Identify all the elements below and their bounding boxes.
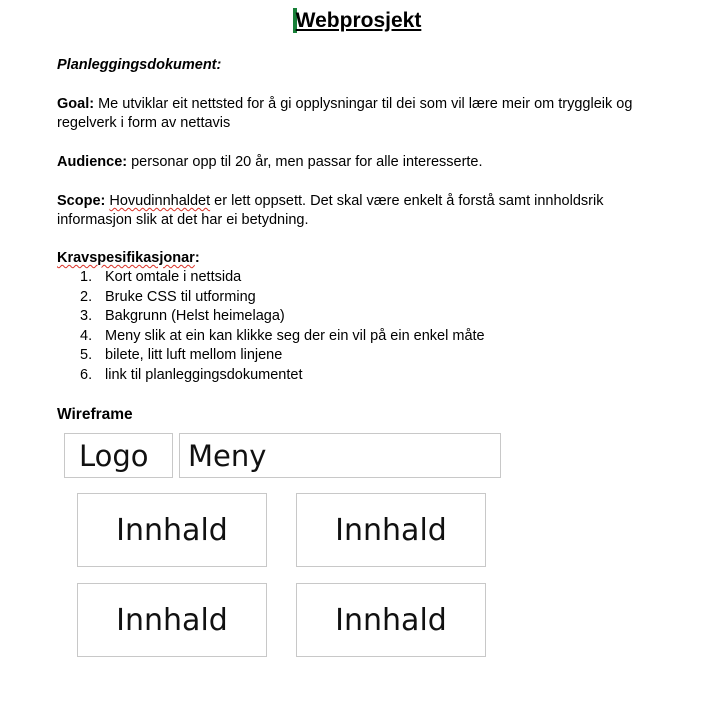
document-page: Webprosjekt Planleggingsdokument: Goal: … bbox=[0, 0, 717, 705]
audience-label: Audience: bbox=[57, 154, 128, 170]
scope-label: Scope: bbox=[57, 193, 106, 209]
list-item[interactable]: 3. Bakgrunn (Helst heimelaga) bbox=[80, 307, 485, 327]
scope-paragraph[interactable]: Scope: Hovudinnhaldet er lett oppsett. D… bbox=[57, 192, 677, 230]
wireframe-content-box[interactable]: Innhald bbox=[296, 493, 486, 567]
wireframe-content-label: Innhald bbox=[116, 512, 228, 548]
list-text: Meny slik at ein kan klikke seg der ein … bbox=[105, 327, 485, 344]
list-text: Bruke CSS til utforming bbox=[105, 288, 256, 305]
list-number: 6. bbox=[80, 366, 93, 383]
wireframe-heading[interactable]: Wireframe bbox=[57, 405, 677, 424]
list-item[interactable]: 2. Bruke CSS til utforming bbox=[80, 288, 485, 308]
wireframe-content-label: Innhald bbox=[335, 602, 447, 638]
wireframe-content-label: Innhald bbox=[335, 512, 447, 548]
wireframe-content-label: Innhald bbox=[116, 602, 228, 638]
list-number: 5. bbox=[80, 347, 93, 363]
list-text: Bakgrunn (Helst heimelaga) bbox=[105, 308, 285, 324]
audience-text: personar opp til 20 år, men passar for a… bbox=[127, 154, 483, 170]
wireframe-content-box[interactable]: Innhald bbox=[296, 583, 486, 657]
list-number: 2. bbox=[80, 288, 93, 305]
requirements-heading-text: Kravspesifikasjonar bbox=[57, 250, 195, 266]
goal-text: Me utviklar eit nettsted for å gi opplys… bbox=[57, 96, 633, 131]
scope-misspelled-word[interactable]: Hovudinnhaldet bbox=[109, 193, 210, 209]
list-number: 3. bbox=[80, 308, 93, 324]
wireframe-content-box[interactable]: Innhald bbox=[77, 583, 267, 657]
goal-paragraph[interactable]: Goal: Me utviklar eit nettsted for å gi … bbox=[57, 95, 677, 133]
list-number: 1. bbox=[80, 269, 93, 285]
subtitle[interactable]: Planleggingsdokument: bbox=[57, 56, 677, 75]
list-item[interactable]: 5. bilete, litt luft mellom linjene bbox=[80, 346, 485, 366]
list-item[interactable]: 6. link til planleggingsdokumentet bbox=[80, 366, 485, 386]
requirements-heading-colon: : bbox=[194, 250, 200, 266]
list-text: bilete, litt luft mellom linjene bbox=[105, 347, 283, 363]
requirements-list: 1. Kort omtale i nettsida 2. Bruke CSS til… bbox=[80, 268, 485, 385]
wireframe-content-box[interactable]: Innhald bbox=[77, 493, 267, 567]
list-text: Kort omtale i nettsida bbox=[105, 269, 242, 285]
wireframe-menu-label: Meny bbox=[188, 438, 267, 473]
wireframe-menu-box[interactable]: Meny bbox=[179, 433, 501, 478]
document-title[interactable]: Webprosjekt bbox=[0, 8, 717, 34]
goal-label: Goal: bbox=[57, 96, 95, 112]
list-number: 4. bbox=[80, 327, 93, 344]
list-item[interactable]: 1. Kort omtale i nettsida bbox=[80, 268, 485, 288]
wireframe-logo-label: Logo bbox=[79, 438, 149, 473]
list-text: link til planleggingsdokumentet bbox=[105, 366, 303, 383]
requirements-heading[interactable]: Kravspesifikasjonar: bbox=[57, 249, 677, 268]
wireframe-logo-box[interactable]: Logo bbox=[64, 433, 173, 478]
list-item[interactable]: 4. Meny slik at ein kan klikke seg der ei… bbox=[80, 327, 485, 347]
audience-paragraph[interactable]: Audience: personar opp til 20 år, men pa… bbox=[57, 153, 677, 172]
